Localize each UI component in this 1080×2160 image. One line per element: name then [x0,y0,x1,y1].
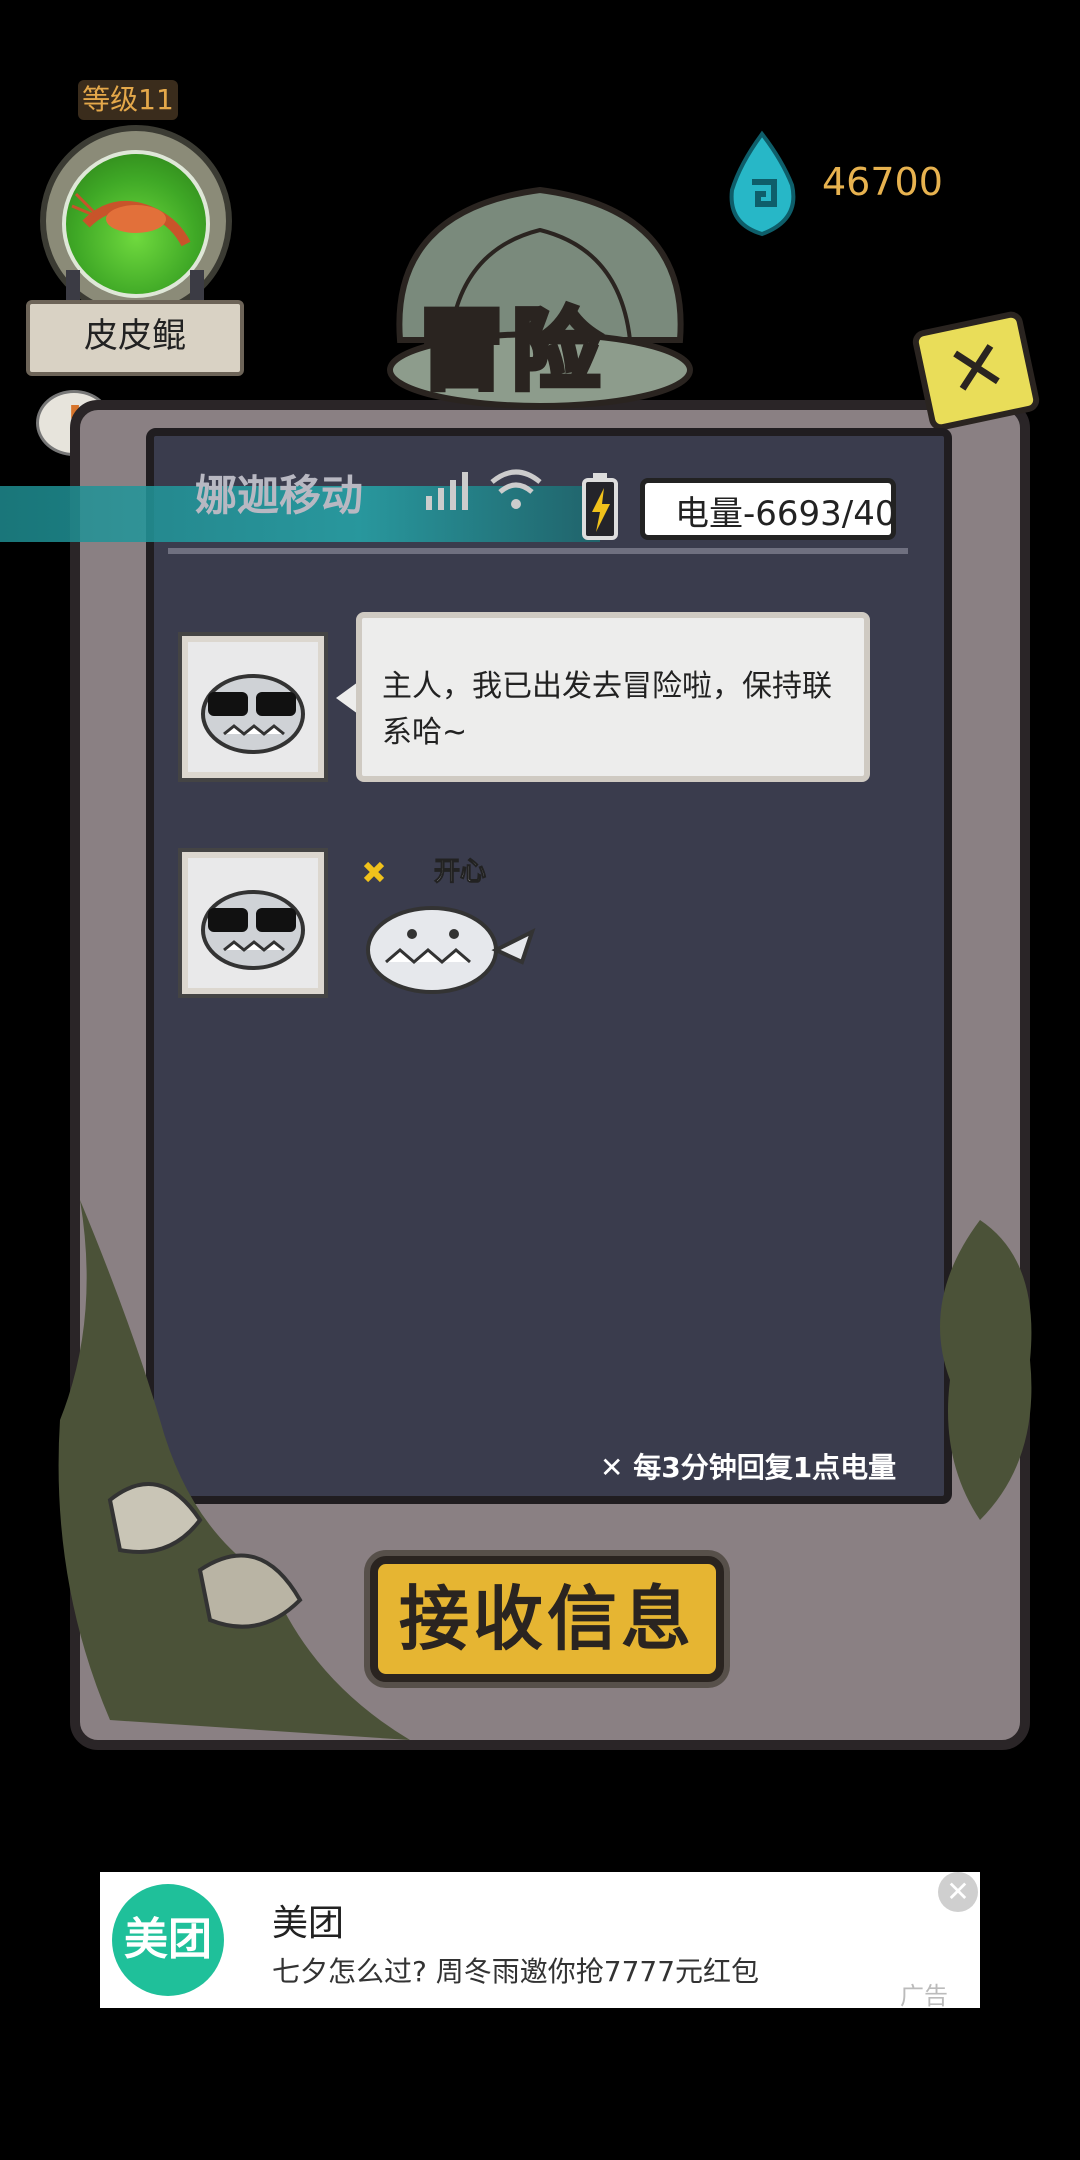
ad-label: 广告 [900,1982,948,2010]
receive-message-button[interactable]: 接收信息 [370,1556,724,1682]
shark-sunglasses-icon [201,890,305,970]
battery-icon [582,473,618,540]
meituan-logo: 美团 [112,1884,224,1996]
chat-message: 主人，我已出发去冒险啦，保持联系哈~ [356,612,870,782]
ad-banner[interactable]: 美团 美团 七夕怎么过? 周冬雨邀你抢7777元红包 ✕ 广告 [100,1872,980,2010]
energy-regen-note: ✕ 每3分钟回复1点电量 [600,1451,897,1484]
status-divider [168,548,908,554]
happy-shark-sticker: 开心 [363,857,536,994]
signal-icon [426,472,468,510]
player-name[interactable]: 皮皮鲲 [26,300,244,376]
sticker-caption: 开心 [434,857,486,887]
level-badge: 等级11 [78,80,178,120]
gem-icon [729,130,796,237]
ad-title: 美团 [272,1903,345,1944]
ad-close-icon[interactable]: ✕ [938,1872,978,1912]
wifi-icon [490,469,542,509]
currency-value: 46700 [822,160,943,204]
shark-avatar [182,636,324,778]
ad-description: 七夕怎么过? 周冬雨邀你抢7777元红包 [272,1955,760,1988]
shark-avatar [182,852,324,994]
moss-decoration [58,1200,410,1740]
page-title: 冒险 [415,295,607,405]
carrier-name: 娜迦移动 [195,471,364,520]
regen-note-text: 每3分钟回复1点电量 [633,1451,897,1484]
chat-bubble-tail [336,682,358,714]
energy-counter: 电量-6693/40 [640,478,896,540]
shark-sunglasses-icon [201,674,305,754]
moss-decoration [940,1220,1032,1520]
